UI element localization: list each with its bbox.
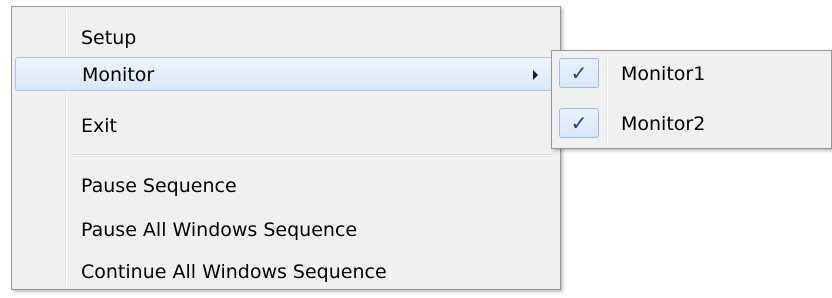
monitor-submenu: ✓ Monitor1 ✓ Monitor2 [551,50,832,149]
menu-item-pause-sequence[interactable]: Pause Sequence [15,169,557,203]
menu-item-label: Pause All Windows Sequence [81,219,358,241]
submenu-item-monitor1[interactable]: ✓ Monitor1 [555,56,827,90]
screen: Setup Monitor Exit Pause Sequence Pause … [0,0,832,298]
menu-item-label: Continue All Windows Sequence [81,261,387,283]
menu-item-label: Setup [81,27,137,49]
menu-item-setup[interactable]: Setup [15,21,557,55]
menu-item-pause-all-windows-sequence[interactable]: Pause All Windows Sequence [15,213,557,247]
menu-item-exit[interactable]: Exit [15,109,557,143]
context-menu: Setup Monitor Exit Pause Sequence Pause … [11,6,561,290]
submenu-item-label: Monitor1 [621,63,706,85]
menu-item-continue-all-windows-sequence[interactable]: Continue All Windows Sequence [15,255,557,289]
checkmark-icon: ✓ [559,58,599,88]
menu-item-monitor[interactable]: Monitor [15,57,557,91]
submenu-item-monitor2[interactable]: ✓ Monitor2 [555,106,827,140]
menu-separator [70,154,556,156]
menu-item-label: Pause Sequence [81,175,237,197]
menu-item-label: Monitor [82,64,155,86]
checkmark-icon: ✓ [559,108,599,138]
chevron-right-icon [533,70,538,80]
submenu-item-label: Monitor2 [621,113,706,135]
menu-item-label: Exit [81,115,117,137]
